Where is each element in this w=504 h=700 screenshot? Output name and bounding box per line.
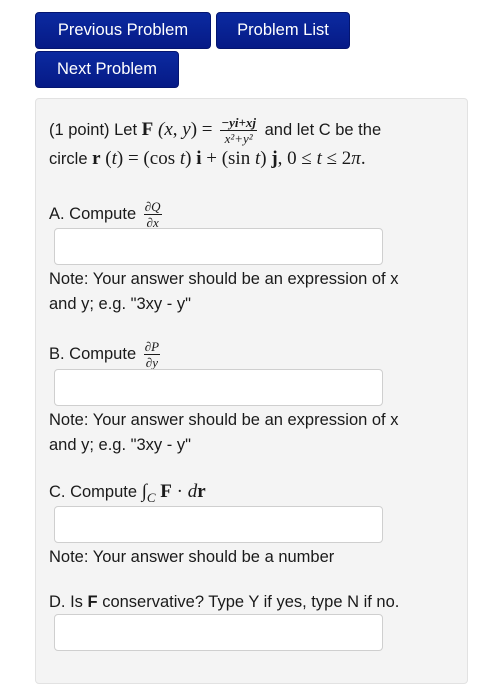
- field-fraction: −yi+xj x²+y²: [220, 115, 258, 146]
- curve-prefix: circle: [49, 150, 93, 168]
- part-d-label: D. Is F conservative? Type Y if yes, typ…: [49, 590, 399, 615]
- field-denominator: x²+y²: [224, 131, 253, 146]
- part-d-field: F: [87, 593, 98, 611]
- part-b-note-line2: and y; e.g. "3xy - y": [49, 436, 191, 454]
- part-a-label: A. Compute ∂Q ∂x: [49, 200, 165, 229]
- next-problem-button[interactable]: Next Problem: [35, 51, 179, 88]
- integral-field: F: [160, 481, 172, 502]
- part-a-derivative: ∂Q ∂x: [143, 199, 162, 230]
- differential-r: r: [197, 481, 206, 502]
- part-b-num: ∂P: [143, 339, 161, 355]
- answer-input-b[interactable]: [54, 369, 383, 406]
- part-d-prefix: D. Is: [49, 593, 88, 611]
- previous-problem-button[interactable]: Previous Problem: [35, 12, 211, 49]
- part-a-num: ∂Q: [143, 199, 162, 215]
- answer-input-c[interactable]: [54, 506, 383, 543]
- problem-panel: (1 point) Let F (x, y) = −yi+xj x²+y² and…: [35, 98, 468, 684]
- part-a-den: ∂x: [146, 215, 159, 230]
- part-c-note: Note: Your answer should be a number: [49, 548, 335, 566]
- field-args: (x, y) =: [158, 118, 218, 140]
- integral-subscript: C: [146, 489, 156, 505]
- part-d-suffix: conservative? Type Y if yes, type N if n…: [97, 593, 400, 611]
- curve-expression: r (t) = (cos t) i + (sin t) j, 0 ≤ t ≤ 2…: [92, 148, 366, 169]
- curve-definition: circle r (t) = (cos t) i + (sin t) j, 0 …: [49, 146, 366, 172]
- field-numerator: −yi+xj: [220, 115, 258, 131]
- field-symbol: F: [141, 118, 154, 140]
- answer-input-a[interactable]: [54, 228, 383, 265]
- part-c-text: C. Compute: [49, 483, 142, 501]
- points-prefix: (1 point) Let: [49, 120, 142, 139]
- part-a-note-line1: Note: Your answer should be an expressio…: [49, 270, 399, 288]
- part-b-note-line1: Note: Your answer should be an expressio…: [49, 411, 399, 429]
- part-a-note-line2: and y; e.g. "3xy - y": [49, 295, 191, 313]
- answer-input-d[interactable]: [54, 614, 383, 651]
- part-a-text: A. Compute: [49, 204, 141, 223]
- dot-operator: ·: [171, 481, 188, 502]
- problem-list-button[interactable]: Problem List: [216, 12, 350, 49]
- differential-d: d: [187, 481, 198, 502]
- part-b-text: B. Compute: [49, 344, 141, 363]
- part-c-integral: ∫C F · dr: [142, 481, 206, 505]
- part-b-label: B. Compute ∂P ∂y: [49, 340, 163, 369]
- part-b-den: ∂y: [145, 355, 158, 370]
- problem-intro: (1 point) Let F (x, y) = −yi+xj x²+y² and…: [49, 116, 381, 145]
- part-b-derivative: ∂P ∂y: [143, 339, 161, 370]
- intro-suffix: and let C be the: [260, 120, 382, 139]
